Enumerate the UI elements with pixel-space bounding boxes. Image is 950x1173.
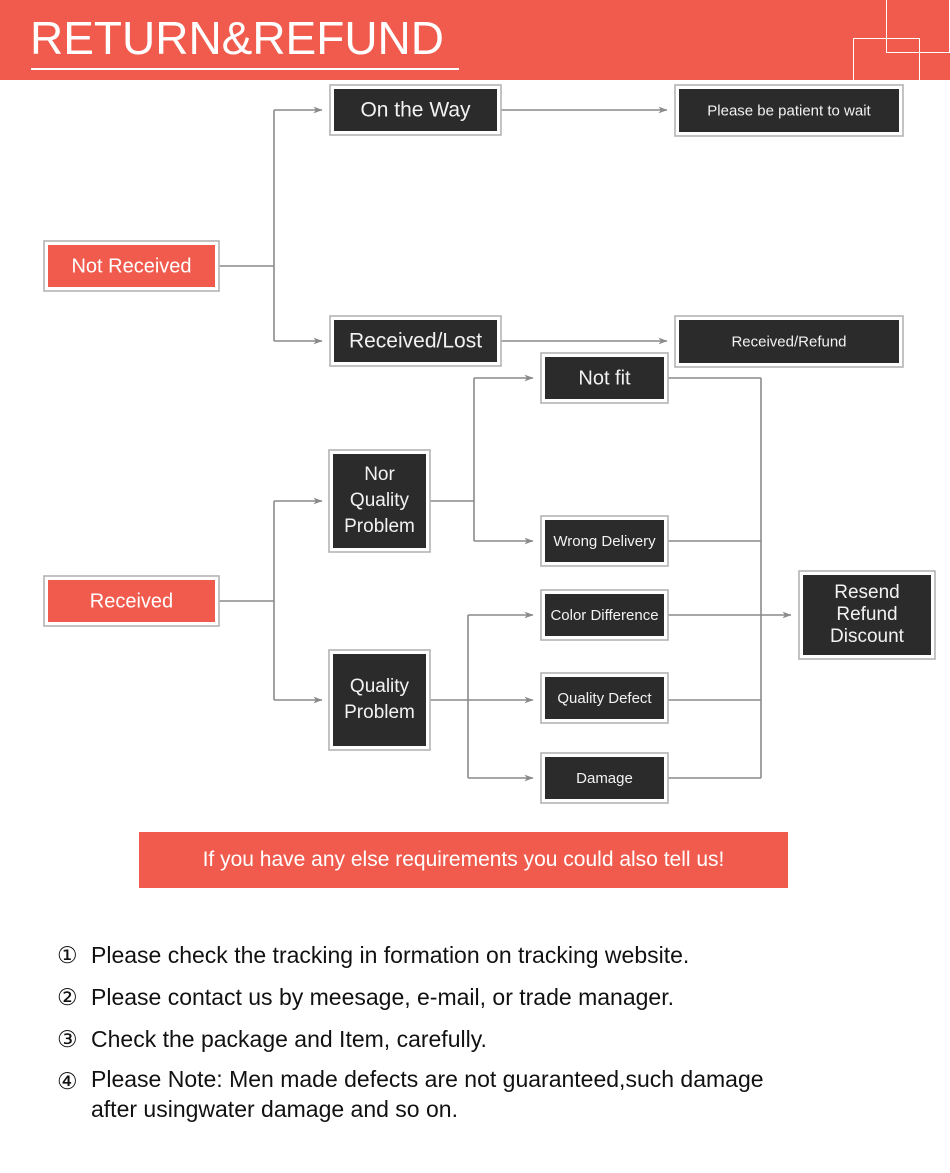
node-quality-problem-line2: Problem: [344, 702, 415, 723]
note-text-2: Please contact us by meesage, e-mail, or…: [91, 984, 674, 1010]
list-item: ① Please check the tracking in formation…: [57, 938, 937, 972]
node-color-difference[interactable]: Color Difference: [540, 589, 669, 641]
header-banner: RETURN&REFUND: [0, 0, 950, 100]
node-not-received[interactable]: Not Received: [43, 240, 220, 292]
node-nor-quality-problem-line2: Quality: [350, 490, 410, 511]
return-refund-flowchart: Not Received On the Way Received/Lost Pl…: [43, 84, 936, 804]
node-quality-defect[interactable]: Quality Defect: [540, 672, 669, 724]
page-title: RETURN&REFUND: [30, 12, 444, 64]
node-received-label: Received: [90, 590, 173, 612]
callout-text: If you have any else requirements you co…: [202, 848, 725, 871]
note-text-3: Check the package and Item, carefully.: [91, 1026, 487, 1052]
note-number-2: ②: [57, 984, 78, 1010]
node-on-the-way-label: On the Way: [360, 99, 471, 122]
node-quality-problem[interactable]: Quality Problem: [328, 649, 431, 751]
list-item: ③ Check the package and Item, carefully.: [57, 1022, 937, 1056]
notes-list: ① Please check the tracking in formation…: [57, 938, 937, 1132]
node-not-fit-label: Not fit: [578, 367, 631, 389]
list-item: ④ Please Note: Men made defects are not …: [57, 1064, 937, 1124]
node-resend-refund-discount-line1: Resend: [834, 582, 900, 603]
note-text-4-wrapper: Please Note: Men made defects are not gu…: [91, 1064, 937, 1124]
node-please-be-patient-label: Please be patient to wait: [707, 102, 871, 119]
node-on-the-way[interactable]: On the Way: [329, 84, 502, 136]
node-resend-refund-discount[interactable]: Resend Refund Discount: [798, 570, 936, 660]
node-quality-defect-label: Quality Defect: [557, 690, 652, 707]
title-underline: [31, 68, 459, 70]
node-quality-problem-line1: Quality: [350, 676, 410, 697]
note-text-1: Please check the tracking in formation o…: [91, 942, 690, 968]
node-color-difference-label: Color Difference: [550, 607, 658, 624]
node-resend-refund-discount-line2: Refund: [836, 604, 897, 625]
node-damage[interactable]: Damage: [540, 752, 669, 804]
note-number-4: ④: [57, 1068, 78, 1094]
node-resend-refund-discount-line3: Discount: [830, 626, 905, 647]
node-not-fit[interactable]: Not fit: [540, 352, 669, 404]
note-number-1: ①: [57, 942, 78, 968]
node-received-refund-label: Received/Refund: [731, 333, 846, 350]
note-text-4-line1: Please Note: Men made defects are not gu…: [91, 1066, 764, 1092]
node-received-lost-label: Received/Lost: [349, 330, 482, 353]
node-please-be-patient[interactable]: Please be patient to wait: [674, 84, 904, 137]
node-damage-label: Damage: [576, 770, 633, 787]
node-received-refund[interactable]: Received/Refund: [674, 315, 904, 368]
note-text-4-line2: after usingwater damage and so on.: [91, 1096, 458, 1122]
node-received[interactable]: Received: [43, 575, 220, 627]
list-item: ② Please contact us by meesage, e-mail, …: [57, 980, 937, 1014]
node-nor-quality-problem-line3: Problem: [344, 516, 415, 537]
callout-bar: If you have any else requirements you co…: [139, 832, 788, 888]
node-wrong-delivery-label: Wrong Delivery: [553, 533, 656, 550]
node-received-lost[interactable]: Received/Lost: [329, 315, 502, 367]
node-nor-quality-problem-line1: Nor: [364, 464, 395, 485]
note-number-3: ③: [57, 1026, 78, 1052]
node-wrong-delivery[interactable]: Wrong Delivery: [540, 515, 669, 567]
node-nor-quality-problem[interactable]: Nor Quality Problem: [328, 449, 431, 553]
node-not-received-label: Not Received: [71, 255, 191, 277]
